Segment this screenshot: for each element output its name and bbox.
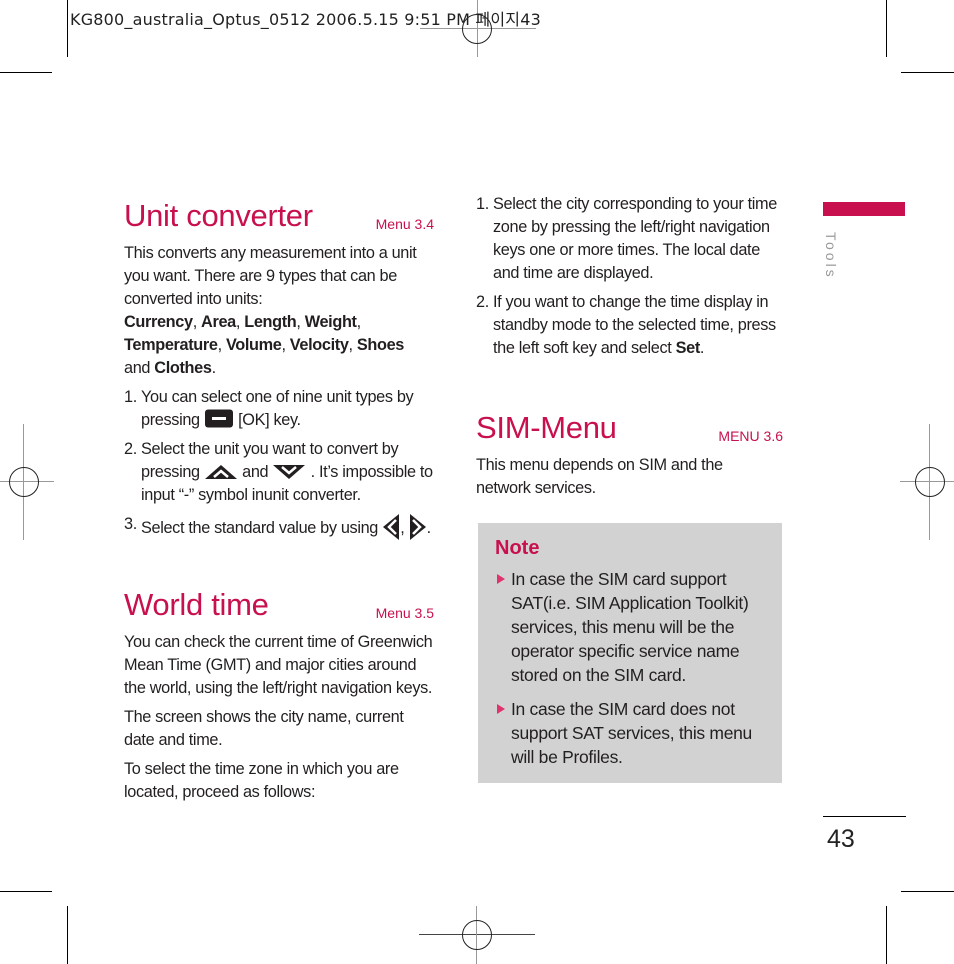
crop-mark: [0, 72, 52, 73]
note-box: Note In case the SIM card support SAT(i.…: [478, 523, 782, 783]
bullet-triangle-icon: [497, 574, 505, 584]
unit-converter-menu-ref: Menu 3.4: [375, 216, 434, 232]
unit-type: Shoes: [356, 336, 405, 354]
crop-mark: [901, 72, 954, 73]
crop-mark: [886, 0, 887, 57]
page-number: 43: [827, 825, 855, 853]
crop-mark: [67, 906, 68, 964]
right-column: 1. Select the city corresponding to your…: [476, 193, 786, 500]
unit-converter-steps: 1. You can select one of nine unit types…: [124, 386, 434, 541]
step-item: 3. Select the standard value by using , …: [124, 513, 434, 541]
section-tab-bar: [823, 202, 905, 216]
step-item: 2. If you want to change the time displa…: [476, 293, 776, 357]
step-item: 2. Select the unit you want to convert b…: [124, 440, 433, 504]
unit-types-list: Currency, Area, Length, Weight, Temperat…: [124, 313, 405, 377]
print-slug: KG800_australia_Optus_0512 2006.5.15 9:5…: [70, 10, 541, 29]
left-column: Unit converter Menu 3.4 This converts an…: [124, 200, 434, 804]
registration-mark-right: [900, 424, 954, 540]
unit-converter-intro: This converts any measurement into a uni…: [124, 244, 417, 308]
note-item: In case the SIM card support SAT(i.e. SI…: [497, 567, 771, 687]
down-key-icon: [273, 465, 306, 479]
crop-mark: [901, 891, 954, 892]
unit-type: Volume: [225, 336, 282, 354]
crop-mark: [886, 906, 887, 964]
crop-mark: [0, 891, 52, 892]
left-key-icon: [383, 514, 400, 540]
unit-type: Area: [201, 313, 236, 331]
section-tab-label: Tools: [823, 232, 839, 280]
registration-mark-left: [0, 424, 54, 540]
ok-key-icon: [204, 409, 233, 428]
page-number-rule: [823, 816, 906, 817]
registration-mark-bottom: [419, 906, 535, 964]
sim-menu-intro: This menu depends on SIM and the network…: [476, 456, 723, 497]
right-key-icon: [409, 514, 426, 540]
world-time-paragraph: The screen shows the city name, current …: [124, 708, 404, 749]
world-time-steps: 1. Select the city corresponding to your…: [476, 193, 786, 360]
crop-mark: [67, 0, 68, 57]
unit-type: Weight: [304, 313, 357, 331]
step-item: 1. Select the city corresponding to your…: [476, 195, 777, 282]
unit-type: Currency: [124, 313, 193, 331]
world-time-paragraph: You can check the current time of Greenw…: [124, 633, 433, 697]
unit-type: Clothes: [154, 359, 212, 377]
unit-type: Velocity: [289, 336, 349, 354]
sim-menu-section: SIM-Menu MENU 3.6 This menu depends on S…: [476, 412, 786, 500]
world-time-paragraph: To select the time zone in which you are…: [124, 760, 399, 801]
unit-type: Temperature: [124, 336, 218, 354]
bullet-triangle-icon: [497, 704, 505, 714]
note-title: Note: [495, 537, 540, 559]
world-time-section: World time Menu 3.5 You can check the cu…: [124, 589, 434, 804]
sim-menu-menu-ref: MENU 3.6: [718, 428, 783, 444]
step-item: 1. You can select one of nine unit types…: [124, 388, 414, 429]
set-option: Set: [675, 339, 701, 357]
unit-converter-section: Unit converter Menu 3.4 This converts an…: [124, 200, 434, 541]
up-key-icon: [204, 465, 237, 479]
note-item: In case the SIM card does not support SA…: [497, 697, 771, 769]
unit-type: Length: [244, 313, 297, 331]
world-time-menu-ref: Menu 3.5: [375, 605, 434, 621]
